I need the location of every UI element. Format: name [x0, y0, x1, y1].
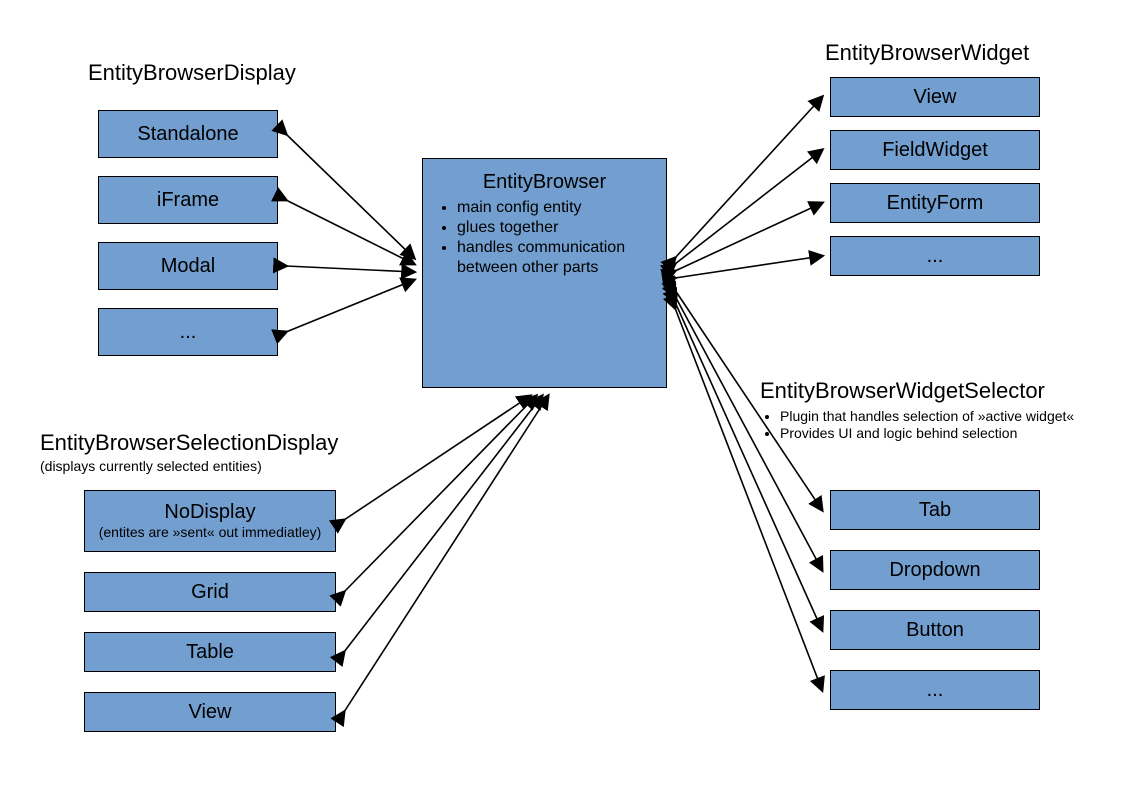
selection-item-label: NoDisplay: [91, 501, 329, 524]
selection-item-label: View: [85, 699, 335, 726]
selection-heading: EntityBrowserSelectionDisplay (displays …: [40, 430, 338, 474]
selection-item-view: View: [84, 692, 336, 732]
selection-subheading: (displays currently selected entities): [40, 458, 338, 474]
selection-item-label: Table: [85, 639, 335, 666]
display-item-label: ...: [99, 319, 277, 346]
selector-item-dropdown: Dropdown: [830, 550, 1040, 590]
selection-heading-text: EntityBrowserSelectionDisplay: [40, 430, 338, 455]
entity-browser-bullet: main config entity: [457, 198, 652, 218]
widget-selector-bullets: Plugin that handles selection of »active…: [760, 408, 1110, 442]
widget-item-label: View: [831, 84, 1039, 111]
display-item-modal: Modal: [98, 242, 278, 290]
selector-item-label: Dropdown: [831, 557, 1039, 584]
display-heading-text: EntityBrowserDisplay: [88, 60, 296, 85]
widget-item-label: ...: [831, 243, 1039, 270]
selection-item-table: Table: [84, 632, 336, 672]
widget-heading-text: EntityBrowserWidget: [825, 40, 1029, 65]
selector-item-button: Button: [830, 610, 1040, 650]
selector-item-more: ...: [830, 670, 1040, 710]
display-item-label: Modal: [99, 253, 277, 280]
selection-item-nodisplay: NoDisplay (entites are »sent« out immedi…: [84, 490, 336, 552]
display-heading: EntityBrowserDisplay: [88, 60, 296, 86]
entity-browser-bullets: main config entity glues together handle…: [437, 198, 652, 278]
selector-item-label: Tab: [831, 497, 1039, 524]
selector-item-label: Button: [831, 617, 1039, 644]
entity-browser-box: EntityBrowser main config entity glues t…: [422, 158, 667, 388]
widget-item-label: EntityForm: [831, 190, 1039, 217]
widget-item-entityform: EntityForm: [830, 183, 1040, 223]
widget-selector-bullet: Provides UI and logic behind selection: [780, 425, 1110, 442]
selection-item-grid: Grid: [84, 572, 336, 612]
widget-selector-heading: EntityBrowserWidgetSelector Plugin that …: [760, 378, 1110, 442]
display-item-iframe: iFrame: [98, 176, 278, 224]
display-item-more: ...: [98, 308, 278, 356]
widget-item-fieldwidget: FieldWidget: [830, 130, 1040, 170]
display-item-label: Standalone: [99, 121, 277, 148]
selector-item-label: ...: [831, 677, 1039, 704]
widget-item-view: View: [830, 77, 1040, 117]
display-item-label: iFrame: [99, 187, 277, 214]
selection-item-label: Grid: [85, 579, 335, 606]
widget-item-more: ...: [830, 236, 1040, 276]
widget-selector-bullet: Plugin that handles selection of »active…: [780, 408, 1110, 425]
selector-item-tab: Tab: [830, 490, 1040, 530]
widget-item-label: FieldWidget: [831, 137, 1039, 164]
selection-item-sublabel: (entites are »sent« out immediatley): [91, 524, 329, 540]
entity-browser-title: EntityBrowser: [437, 171, 652, 194]
entity-browser-bullet: handles communication between other part…: [457, 238, 652, 278]
widget-heading: EntityBrowserWidget: [825, 40, 1029, 66]
display-item-standalone: Standalone: [98, 110, 278, 158]
entity-browser-bullet: glues together: [457, 218, 652, 238]
widget-selector-heading-text: EntityBrowserWidgetSelector: [760, 378, 1045, 403]
